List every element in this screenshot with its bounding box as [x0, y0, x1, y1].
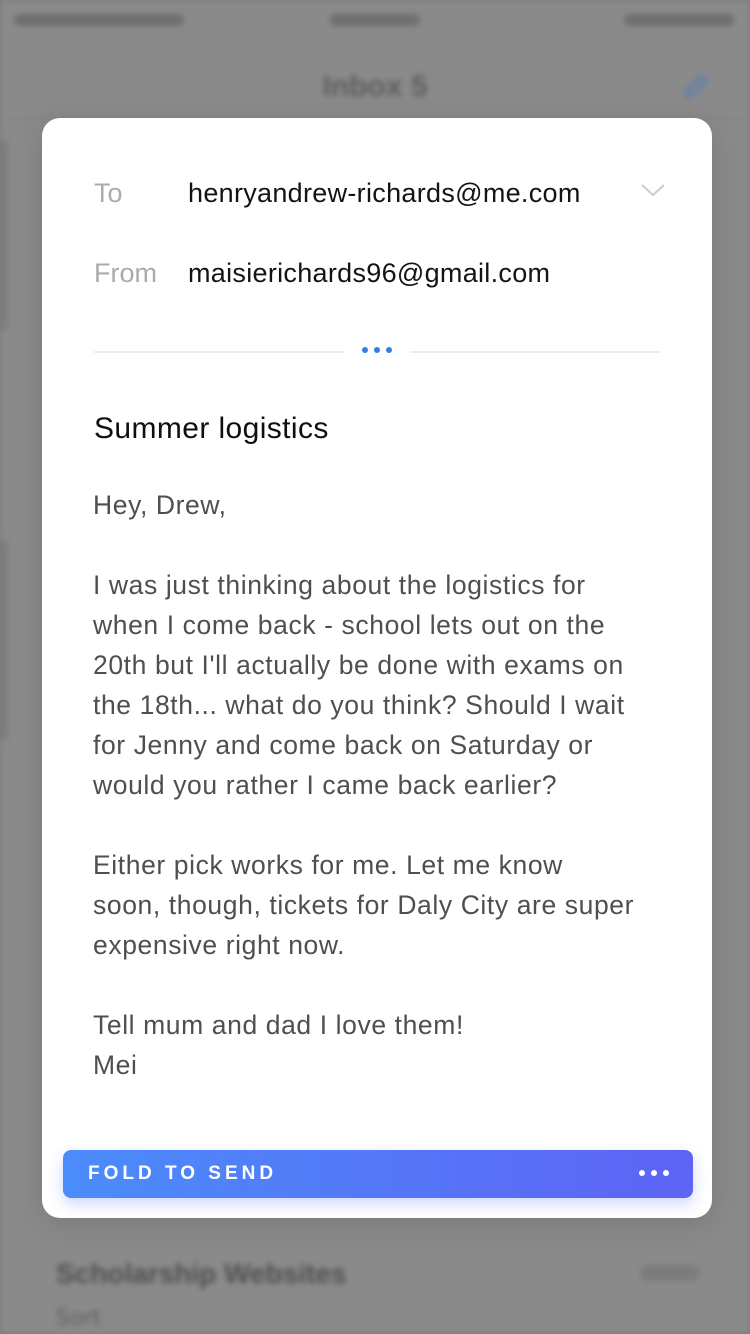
send-label: FOLD TO SEND: [88, 1163, 278, 1184]
background-row-title: Scholarship Websites: [56, 1258, 347, 1289]
body-line: I was just thinking about the logistics …: [93, 570, 586, 600]
status-battery: [624, 14, 734, 26]
subject-field[interactable]: Summer logistics: [94, 412, 329, 446]
fold-to-send-button[interactable]: FOLD TO SEND: [63, 1150, 693, 1198]
body-line: soon, though, tickets for Daly City are …: [93, 890, 635, 920]
background-row-subtitle: Sort: [56, 1306, 102, 1331]
more-dots-icon[interactable]: [637, 1170, 671, 1178]
background-title: Inbox 5: [322, 70, 428, 103]
from-field[interactable]: maisierichards96@gmail.com: [188, 258, 550, 289]
from-label: From: [94, 258, 157, 288]
to-label: To: [94, 178, 123, 208]
to-field[interactable]: henryandrew-richards@me.com: [188, 178, 581, 209]
header-divider-left: [94, 351, 344, 353]
email-compose-card: To henryandrew-richards@me.com From mais…: [42, 118, 712, 1218]
status-bar: [0, 0, 750, 40]
chevron-down-icon[interactable]: [640, 180, 666, 200]
header-divider-right: [410, 351, 660, 353]
body-line: expensive right now.: [93, 930, 346, 960]
compose-icon: [682, 72, 710, 100]
body-line: the 18th... what do you think? Should I …: [93, 690, 625, 720]
body-line: Mei: [93, 1050, 138, 1080]
background-edge: [0, 140, 8, 330]
more-dots-icon[interactable]: [360, 347, 394, 357]
background-edge: [0, 540, 8, 740]
body-line: when I come back - school lets out on th…: [93, 610, 606, 640]
body-line: would you rather I came back earlier?: [93, 770, 558, 800]
body-line: Either pick works for me. Let me know: [93, 850, 563, 880]
body-line: Hey, Drew,: [93, 490, 227, 520]
background-row-date: [640, 1265, 700, 1281]
body-line: for Jenny and come back on Saturday or: [93, 730, 594, 760]
status-time: [330, 14, 420, 26]
body-line: Tell mum and dad I love them!: [93, 1010, 464, 1040]
body-line: 20th but I'll actually be done with exam…: [93, 650, 624, 680]
status-carrier: [14, 14, 184, 26]
